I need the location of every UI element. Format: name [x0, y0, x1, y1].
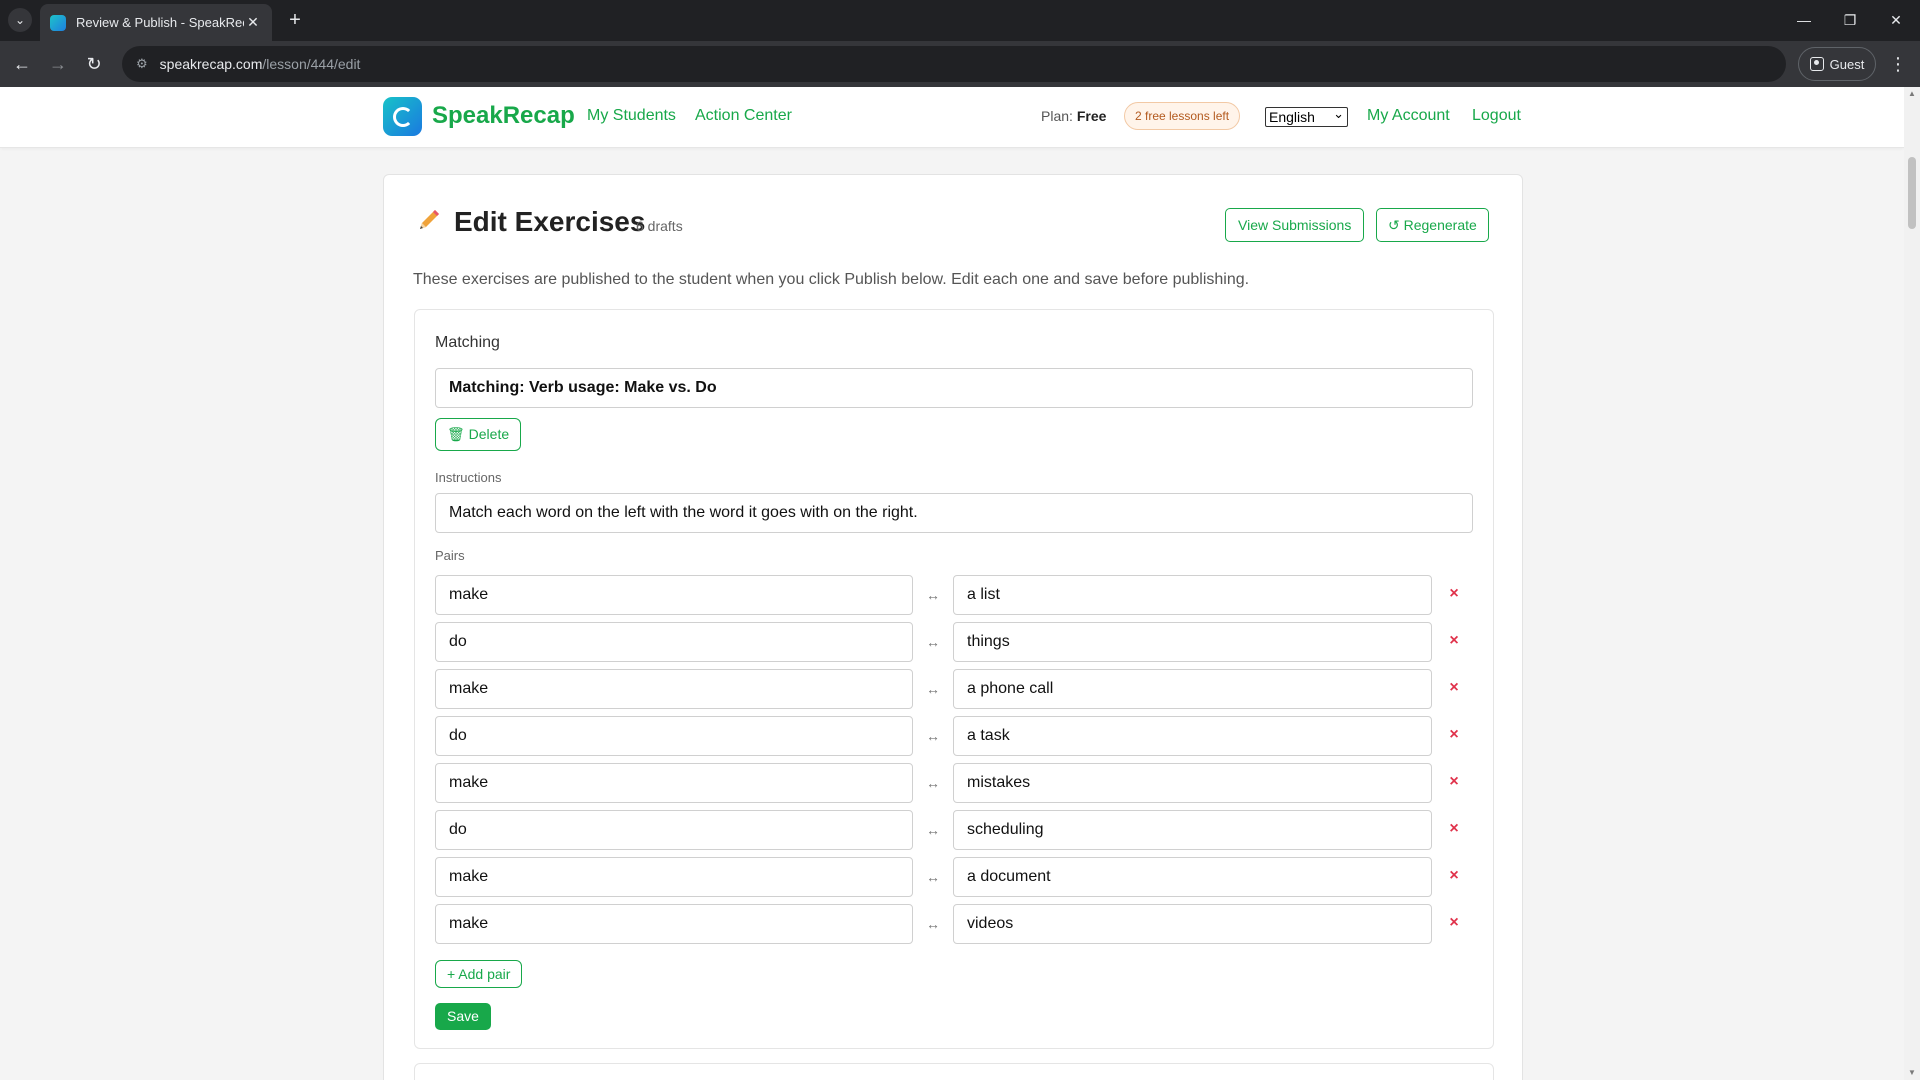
view-submissions-button[interactable]: View Submissions	[1225, 208, 1365, 242]
restore-window-icon[interactable]: ❐	[1827, 6, 1873, 34]
pair-right-input[interactable]: mistakes	[953, 763, 1432, 803]
browser-tab-active[interactable]: Review & Publish - SpeakRecap ✕	[40, 4, 272, 41]
remove-pair-icon[interactable]: ×	[1445, 585, 1463, 603]
pairs-label: Pairs	[435, 548, 465, 563]
next-exercise-block	[414, 1063, 1494, 1080]
add-pair-button[interactable]: + Add pair	[435, 960, 523, 988]
scroll-down-arrow-icon[interactable]: ▼	[1904, 1066, 1920, 1080]
logout-link[interactable]: Logout	[1472, 107, 1521, 125]
plan-value: Free	[1076, 108, 1107, 124]
save-button[interactable]: Save	[435, 1003, 491, 1030]
pair-left-input[interactable]: make	[435, 669, 913, 709]
instructions-label: Instructions	[435, 470, 502, 485]
delete-exercise-button[interactable]: 🗑 Delete	[435, 418, 522, 451]
pair-left-input[interactable]: make	[435, 575, 913, 615]
page-viewport: SpeakRecap My Students Action Center Pla…	[0, 87, 1904, 1080]
pencil-icon	[420, 210, 439, 229]
guest-label: Guest	[1829, 56, 1865, 72]
pair-right-input[interactable]: a phone call	[953, 669, 1432, 709]
remove-pair-icon[interactable]: ×	[1445, 726, 1463, 744]
exercise-block: Matching Matching: Verb usage: Make vs. …	[414, 309, 1494, 1049]
regenerate-button[interactable]: ↺ Regenerate	[1376, 208, 1489, 242]
pair-left-input[interactable]: do	[435, 622, 913, 662]
language-select[interactable]: English	[1265, 105, 1348, 127]
pair-right-input[interactable]: scheduling	[953, 810, 1432, 850]
url-host: speakrecap.com	[159, 56, 263, 72]
speakrecap-favicon-icon	[50, 14, 66, 31]
forward-arrow-icon[interactable]: →	[44, 50, 72, 78]
exercise-title-input[interactable]: Matching: Verb usage: Make vs. Do	[435, 368, 1473, 408]
brand-name[interactable]: SpeakRecap	[432, 102, 575, 130]
my-account-link[interactable]: My Account	[1367, 107, 1450, 125]
left-right-arrow-icon: ↔	[926, 728, 940, 744]
page-title: Edit Exercises	[454, 206, 646, 237]
page-description: These exercises are published to the stu…	[413, 271, 1250, 288]
tab-title: Review & Publish - SpeakRecap	[76, 15, 244, 30]
remove-pair-icon[interactable]: ×	[1445, 773, 1463, 791]
pair-left-input[interactable]: make	[435, 857, 913, 897]
left-right-arrow-icon: ↔	[926, 634, 940, 650]
pair-right-input[interactable]: things	[953, 622, 1432, 662]
pair-right-input[interactable]: a list	[953, 575, 1432, 615]
remove-pair-icon[interactable]: ×	[1445, 914, 1463, 932]
pair-left-input[interactable]: do	[435, 810, 913, 850]
pair-left-input[interactable]: do	[435, 716, 913, 756]
remove-pair-icon[interactable]: ×	[1445, 632, 1463, 650]
plan-label: Plan:	[1041, 108, 1073, 124]
free-lessons-badge: 2 free lessons left	[1124, 102, 1241, 130]
browser-toolbar: ← → ↻ ⚙ speakrecap.com/lesson/444/edit G…	[0, 41, 1920, 87]
url-path: /lesson/444/edit	[262, 56, 361, 72]
app-header: SpeakRecap My Students Action Center Pla…	[0, 87, 1904, 148]
new-tab-plus-icon[interactable]: +	[282, 8, 308, 34]
scroll-up-arrow-icon[interactable]: ▲	[1904, 87, 1920, 101]
scrollbar-thumb[interactable]	[1908, 157, 1916, 229]
speakrecap-logo-icon[interactable]	[383, 97, 422, 136]
pair-right-input[interactable]: a document	[953, 857, 1432, 897]
remove-pair-icon[interactable]: ×	[1445, 820, 1463, 838]
left-right-arrow-icon: ↔	[926, 775, 940, 791]
address-bar[interactable]: ⚙ speakrecap.com/lesson/444/edit	[122, 46, 1786, 82]
left-right-arrow-icon: ↔	[926, 916, 940, 932]
minimize-window-icon[interactable]: —	[1781, 6, 1827, 34]
exercise-type: Matching	[435, 334, 500, 351]
close-tab-icon[interactable]: ✕	[244, 14, 262, 31]
browser-tab-strip: ⌄ Review & Publish - SpeakRecap ✕ + — ❐ …	[0, 0, 1920, 41]
pair-left-input[interactable]: make	[435, 904, 913, 944]
left-right-arrow-icon: ↔	[926, 681, 940, 697]
pair-left-input[interactable]: make	[435, 763, 913, 803]
reload-icon[interactable]: ↻	[80, 50, 108, 78]
nav-action-center[interactable]: Action Center	[695, 107, 792, 125]
drafts-count: 6 drafts	[636, 218, 683, 234]
url-text: speakrecap.com/lesson/444/edit	[160, 56, 361, 72]
edit-exercises-card: Edit Exercises 6 drafts View Submissions…	[383, 174, 1523, 1080]
left-right-arrow-icon: ↔	[926, 587, 940, 603]
remove-pair-icon[interactable]: ×	[1445, 679, 1463, 697]
nav-my-students[interactable]: My Students	[587, 107, 676, 125]
guest-profile-button[interactable]: Guest	[1798, 47, 1876, 81]
pair-right-input[interactable]: a task	[953, 716, 1432, 756]
back-arrow-icon[interactable]: ←	[8, 50, 36, 78]
browser-menu-icon[interactable]: ⋮	[1886, 50, 1910, 78]
close-window-icon[interactable]: ✕	[1873, 6, 1919, 34]
plan-indicator: Plan: Free	[1041, 108, 1106, 124]
remove-pair-icon[interactable]: ×	[1445, 867, 1463, 885]
language-selected: English	[1269, 109, 1315, 125]
profile-icon	[1809, 57, 1824, 71]
left-right-arrow-icon: ↔	[926, 822, 940, 838]
left-right-arrow-icon: ↔	[926, 869, 940, 885]
pair-right-input[interactable]: videos	[953, 904, 1432, 944]
site-info-icon[interactable]: ⚙	[136, 56, 148, 72]
tab-search-chevron-icon[interactable]: ⌄	[8, 8, 32, 32]
page-scrollbar[interactable]: ▲ ▼	[1904, 87, 1920, 1080]
instructions-input[interactable]: Match each word on the left with the wor…	[435, 493, 1473, 533]
